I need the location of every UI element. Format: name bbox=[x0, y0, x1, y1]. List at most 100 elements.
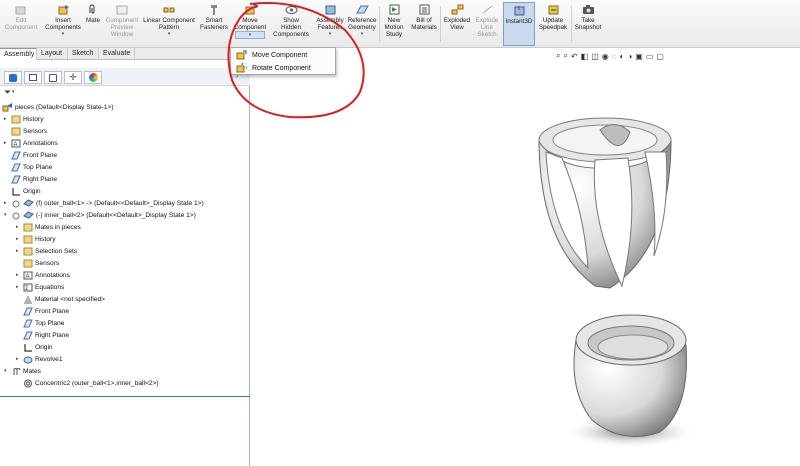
menu-item-rotate-component[interactable]: Rotate Component bbox=[233, 62, 333, 74]
insert-components-label: Insert Components bbox=[45, 17, 81, 31]
tree-item-inner-ball[interactable]: ▾ (-) inner_ball<2> (Default<<Default>_D… bbox=[4, 209, 196, 221]
menu-item-move-component[interactable]: Move Component bbox=[233, 49, 333, 61]
origin-icon bbox=[10, 186, 21, 196]
annotations-icon: A bbox=[10, 138, 21, 148]
origin-icon bbox=[22, 342, 33, 352]
tab-evaluate[interactable]: Evaluate bbox=[99, 48, 135, 60]
3d-model-view[interactable] bbox=[250, 60, 800, 466]
edit-component-button[interactable]: Edit Component bbox=[1, 4, 41, 46]
display-manager-tab[interactable] bbox=[84, 71, 102, 84]
smart-fasteners-button[interactable]: Smart Fasteners bbox=[199, 4, 229, 46]
annotations-icon: A bbox=[22, 270, 33, 280]
assembly-features-button[interactable]: Assembly Features ▾ bbox=[313, 4, 347, 46]
tree-item-outer-ball[interactable]: ▸ (f) outer_ball<1> -> (Default<<Default… bbox=[4, 197, 204, 209]
tree-item-inner-right-plane[interactable]: Right Plane bbox=[22, 329, 69, 341]
new-motion-study-button[interactable]: New Motion Study bbox=[381, 4, 407, 46]
bill-of-materials-label: Bill of Materials bbox=[411, 17, 437, 31]
feature-manager-tab[interactable] bbox=[4, 71, 22, 84]
linear-component-pattern-button[interactable]: Linear Component Pattern ▾ bbox=[141, 4, 197, 46]
chevron-down-icon[interactable]: ▾ bbox=[62, 31, 65, 37]
show-hidden-label: Show Hidden Components bbox=[273, 17, 309, 38]
mate-reference-icon bbox=[10, 210, 21, 220]
tree-item-origin[interactable]: Origin bbox=[10, 185, 41, 197]
chevron-down-icon[interactable]: ▾ bbox=[12, 89, 15, 95]
tree-item-inner-annotations[interactable]: ▸ A Annotations bbox=[16, 269, 70, 281]
tree-item-revolve1[interactable]: ▸ Revolve1 bbox=[16, 353, 63, 365]
tree-item-sensors[interactable]: Sensors bbox=[10, 125, 47, 137]
inner-ball-model[interactable] bbox=[562, 314, 698, 448]
mate-button[interactable]: Mate bbox=[84, 4, 102, 46]
tree-item-inner-history[interactable]: ▸ History bbox=[16, 233, 56, 245]
move-component-button[interactable]: Move Component ▾ bbox=[232, 4, 268, 46]
motion-study-icon bbox=[388, 4, 401, 15]
ribbon-divider bbox=[379, 6, 380, 42]
take-snapshot-button[interactable]: Take Snapshot bbox=[573, 4, 603, 46]
filter-funnel-icon[interactable]: ⏷ bbox=[4, 87, 11, 98]
mates-folder-icon bbox=[22, 222, 33, 232]
show-hidden-components-button[interactable]: Show Hidden Components bbox=[273, 4, 309, 46]
component-preview-window-button[interactable]: Component Preview Window bbox=[104, 4, 140, 46]
move-component-dropdown-arrow-icon[interactable]: ▾ bbox=[235, 31, 265, 39]
outer-ball-model[interactable] bbox=[538, 117, 672, 289]
insert-components-button[interactable]: Insert Components ▾ bbox=[43, 4, 83, 46]
smart-fasteners-label: Smart Fasteners bbox=[200, 17, 228, 31]
tree-item-label: Annotations bbox=[23, 139, 58, 147]
update-speedpak-button[interactable]: Update Speedpak bbox=[537, 4, 569, 46]
graphics-area[interactable] bbox=[250, 60, 800, 466]
edit-component-label: Edit Component bbox=[4, 17, 38, 31]
part-icon bbox=[23, 198, 34, 208]
camera-icon bbox=[582, 4, 595, 15]
tree-item-inner-top-plane[interactable]: Top Plane bbox=[22, 317, 64, 329]
exploded-view-button[interactable]: Exploded View bbox=[442, 4, 472, 46]
tab-assembly[interactable]: Assembly bbox=[0, 48, 37, 60]
menu-item-label: Move Component bbox=[252, 51, 308, 59]
instant3d-button[interactable]: Instant3D bbox=[503, 2, 535, 46]
tree-item-right-plane[interactable]: Right Plane bbox=[10, 173, 57, 185]
configuration-icon bbox=[49, 73, 57, 82]
tree-item-selection-sets[interactable]: ▸ Selection Sets bbox=[16, 245, 77, 257]
configuration-manager-tab[interactable] bbox=[44, 71, 62, 84]
tree-item-mates[interactable]: ▾ Mates bbox=[4, 365, 41, 377]
tree-item-history[interactable]: ▸ History bbox=[4, 113, 44, 125]
tree-item-material[interactable]: Material <not specified> bbox=[22, 293, 105, 305]
filter-row: ⏷ ▾ bbox=[0, 87, 250, 99]
reference-geometry-label: Reference Geometry bbox=[347, 17, 377, 31]
tree-item-mates-in-pieces[interactable]: ▸ Mates in pieces bbox=[16, 221, 81, 233]
tree-item-inner-origin[interactable]: Origin bbox=[22, 341, 53, 353]
smart-fasteners-icon bbox=[208, 4, 221, 15]
svg-text:A: A bbox=[25, 274, 29, 280]
tree-item-equations[interactable]: ▸ Σ Equations bbox=[16, 281, 64, 293]
update-speedpak-icon bbox=[547, 4, 560, 15]
tree-item-top-plane[interactable]: Top Plane bbox=[10, 161, 52, 173]
tree-item-root[interactable]: pieces (Default<Display State-1>) bbox=[2, 101, 114, 113]
tree-item-label: Mates in pieces bbox=[35, 223, 81, 231]
tree-item-front-plane[interactable]: Front Plane bbox=[10, 149, 57, 161]
sensors-folder-icon bbox=[10, 126, 21, 136]
plane-icon bbox=[22, 330, 33, 340]
tab-layout[interactable]: Layout bbox=[37, 48, 68, 60]
tab-sketch[interactable]: Sketch bbox=[68, 48, 99, 60]
tree-item-inner-front-plane[interactable]: Front Plane bbox=[22, 305, 69, 317]
explode-line-sketch-button[interactable]: Explode Line Sketch bbox=[472, 4, 502, 46]
exploded-view-icon bbox=[451, 4, 464, 15]
tree-item-inner-sensors[interactable]: Sensors bbox=[22, 257, 59, 269]
property-manager-tab[interactable] bbox=[24, 71, 42, 84]
component-preview-label: Component Preview Window bbox=[105, 17, 139, 38]
dimxpert-manager-tab[interactable]: ✛ bbox=[64, 71, 82, 84]
chevron-down-icon[interactable]: ▾ bbox=[168, 31, 171, 37]
plane-icon bbox=[22, 306, 33, 316]
chevron-down-icon[interactable]: ▾ bbox=[329, 31, 332, 37]
reference-geometry-button[interactable]: Reference Geometry ▾ bbox=[346, 4, 378, 46]
svg-text:Σ: Σ bbox=[25, 286, 29, 292]
chevron-down-icon[interactable]: ▾ bbox=[361, 31, 364, 37]
update-speedpak-label: Update Speedpak bbox=[538, 17, 568, 31]
tree-item-label: Annotations bbox=[35, 271, 70, 279]
move-component-icon bbox=[244, 4, 257, 15]
assembly-icon bbox=[2, 102, 13, 112]
tree-item-annotations[interactable]: ▸ A Annotations bbox=[4, 137, 58, 149]
tree-item-concentric2[interactable]: Concentric2 (outer_ball<1>,inner_ball<2>… bbox=[22, 377, 159, 389]
bill-of-materials-button[interactable]: Bill of Materials bbox=[410, 4, 438, 46]
command-manager-ribbon: Edit Component Insert Components ▾ Mate … bbox=[0, 0, 800, 48]
tree-item-label: Right Plane bbox=[35, 331, 70, 339]
tree-item-label: Front Plane bbox=[35, 307, 70, 315]
